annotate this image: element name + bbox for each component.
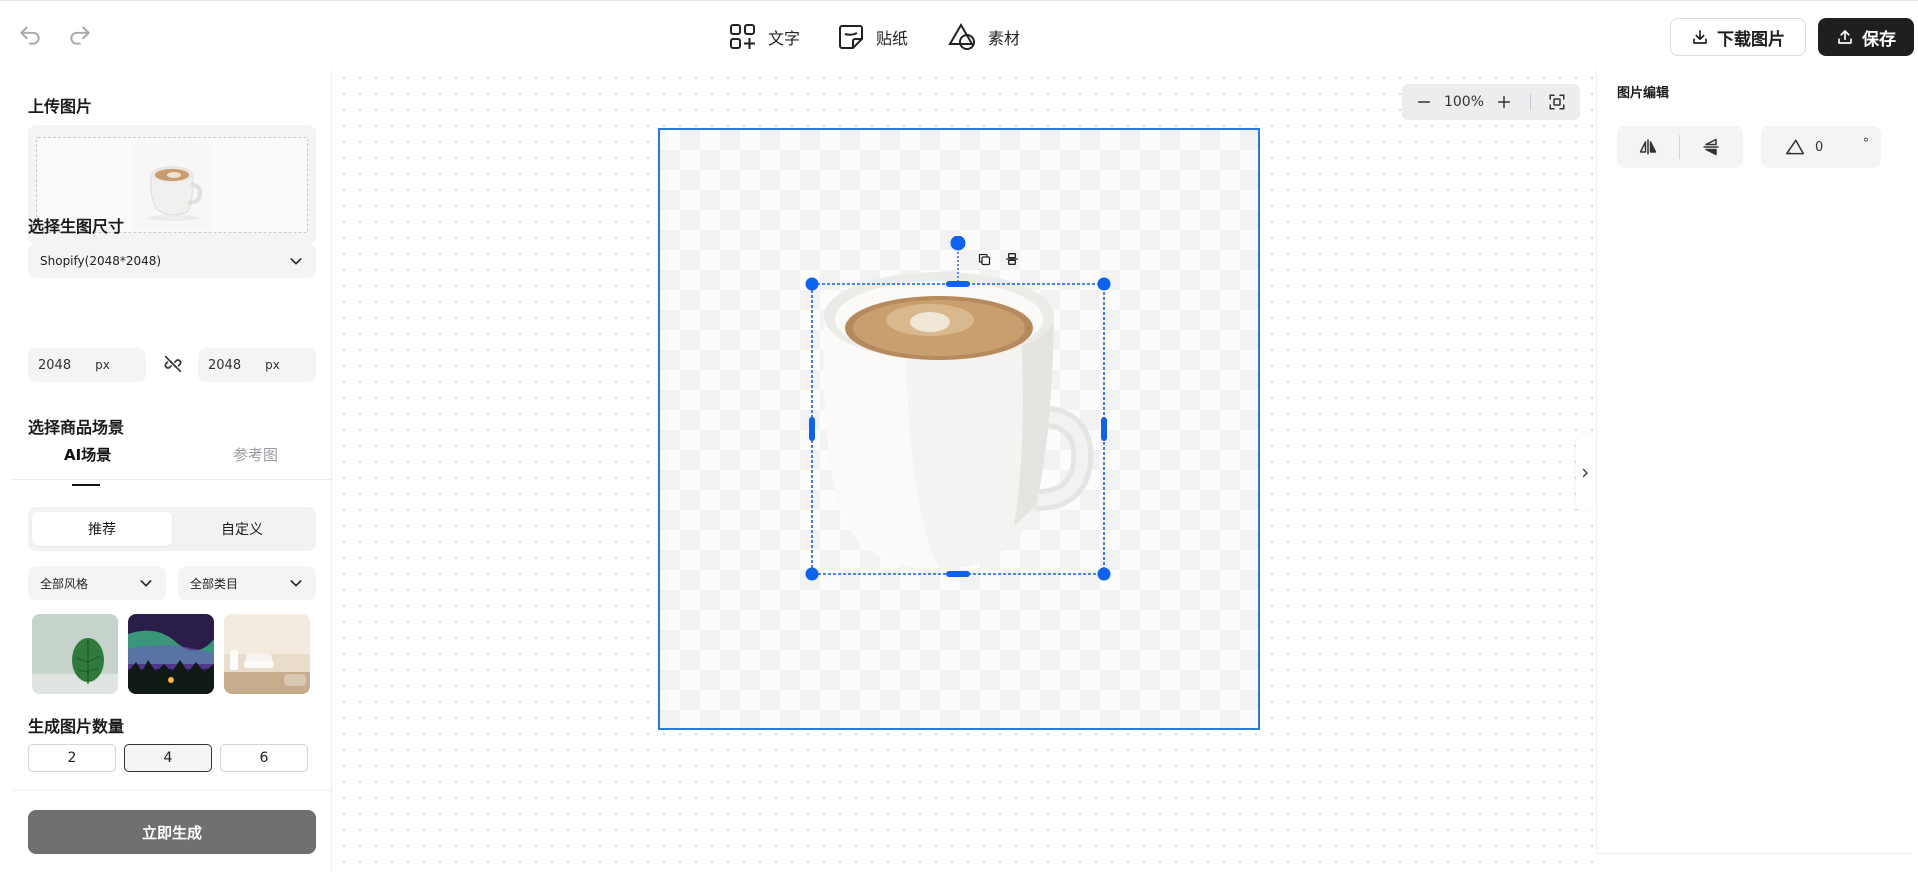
- width-unit: px: [95, 358, 110, 372]
- duplicate-icon[interactable]: [972, 248, 996, 270]
- height-field[interactable]: 2048 px: [198, 348, 316, 382]
- count-option-2[interactable]: 2: [28, 744, 116, 772]
- save-button[interactable]: 保存: [1818, 18, 1914, 56]
- size-select[interactable]: Shopify(2048*2048): [28, 244, 316, 278]
- uploaded-image-thumbnail: [131, 140, 213, 230]
- divider: [12, 790, 332, 791]
- sticker-icon: [839, 25, 863, 49]
- top-bar: 文字 贴纸 素材 下载图片 保存: [0, 0, 1918, 70]
- height-value: 2048: [208, 357, 242, 373]
- angle-icon: [1785, 139, 1805, 155]
- scene-title: 选择商品场景: [28, 418, 125, 437]
- material-tool-button[interactable]: 素材: [948, 19, 1020, 55]
- width-value: 2048: [38, 357, 72, 373]
- material-tool-label: 素材: [988, 29, 1021, 48]
- category-filter-value: 全部类目: [190, 576, 239, 591]
- chevron-right-icon: [1582, 468, 1588, 478]
- style-filter-value: 全部风格: [40, 576, 89, 591]
- chevron-down-icon: [140, 580, 152, 587]
- flip-controls: [1617, 126, 1743, 168]
- rotation-value: 0: [1815, 139, 1824, 155]
- fit-screen-icon[interactable]: [1543, 88, 1571, 116]
- height-unit: px: [265, 358, 280, 372]
- size-select-value: Shopify(2048*2048): [40, 254, 162, 268]
- product-image-selection[interactable]: [800, 236, 1120, 586]
- text-tool-label: 文字: [768, 29, 801, 48]
- count-option-4[interactable]: 4: [124, 744, 212, 772]
- unlink-ratio-icon[interactable]: [162, 353, 184, 375]
- redo-icon[interactable]: [64, 19, 96, 51]
- chevron-down-icon: [290, 258, 302, 265]
- upload-icon: [1838, 30, 1852, 44]
- scene-thumb-spa[interactable]: [224, 614, 310, 694]
- tab-ai-scene[interactable]: AI场景: [64, 444, 111, 465]
- rotation-field[interactable]: 0 °: [1761, 126, 1881, 168]
- segment-custom[interactable]: 自定义: [172, 512, 312, 546]
- generate-button[interactable]: 立即生成: [28, 810, 316, 854]
- zoom-controls: 100%: [1402, 84, 1580, 120]
- scene-tabs: AI场景 参考图: [12, 440, 332, 480]
- size-title: 选择生图尺寸: [28, 217, 125, 236]
- download-label: 下载图片: [1717, 29, 1785, 50]
- text-add-icon: [730, 24, 755, 49]
- style-filter-select[interactable]: 全部风格: [28, 566, 166, 600]
- download-button[interactable]: 下载图片: [1670, 18, 1806, 56]
- flip-vertical-icon[interactable]: [1680, 126, 1742, 168]
- flip-horizontal-icon[interactable]: [1617, 126, 1679, 168]
- left-panel: 上传图片 选择生图尺寸 Shopify(2048*2048) 2048 px 2…: [12, 70, 332, 870]
- tab-reference-image[interactable]: 参考图: [233, 444, 278, 465]
- count-option-6[interactable]: 6: [220, 744, 308, 772]
- align-center-icon[interactable]: [1000, 248, 1024, 270]
- scene-thumb-leaf[interactable]: [32, 614, 118, 694]
- undo-icon[interactable]: [14, 19, 46, 51]
- text-tool-button[interactable]: 文字: [728, 19, 800, 55]
- download-icon: [1693, 30, 1707, 44]
- image-edit-title: 图片编辑: [1617, 86, 1670, 101]
- category-filter-select[interactable]: 全部类目: [178, 566, 316, 600]
- rotation-unit: °: [1863, 136, 1869, 150]
- sticker-tool-label: 贴纸: [876, 29, 909, 48]
- right-panel: 图片编辑 0 °: [1596, 70, 1914, 854]
- active-tab-indicator: [72, 484, 100, 486]
- scene-thumb-aurora[interactable]: [128, 614, 214, 694]
- width-field[interactable]: 2048 px: [28, 348, 146, 382]
- zoom-out-icon[interactable]: [1410, 88, 1438, 116]
- upload-title: 上传图片: [28, 97, 93, 116]
- save-label: 保存: [1862, 29, 1896, 50]
- segment-recommended[interactable]: 推荐: [32, 512, 172, 546]
- zoom-in-icon[interactable]: [1490, 88, 1518, 116]
- zoom-separator: [1530, 94, 1531, 110]
- scene-segment-control: 推荐 自定义: [28, 507, 316, 551]
- count-title: 生成图片数量: [28, 717, 125, 736]
- editor-page: 文字 贴纸 素材 下载图片 保存 上传图片 选择生图尺寸 Shopify(204…: [0, 0, 1918, 876]
- sticker-tool-button[interactable]: 贴纸: [836, 19, 908, 55]
- coffee-mug-image[interactable]: [823, 272, 1094, 570]
- chevron-down-icon: [290, 580, 302, 587]
- shapes-icon: [948, 23, 975, 50]
- collapse-right-panel-button[interactable]: [1576, 435, 1594, 511]
- zoom-level: 100%: [1443, 94, 1485, 110]
